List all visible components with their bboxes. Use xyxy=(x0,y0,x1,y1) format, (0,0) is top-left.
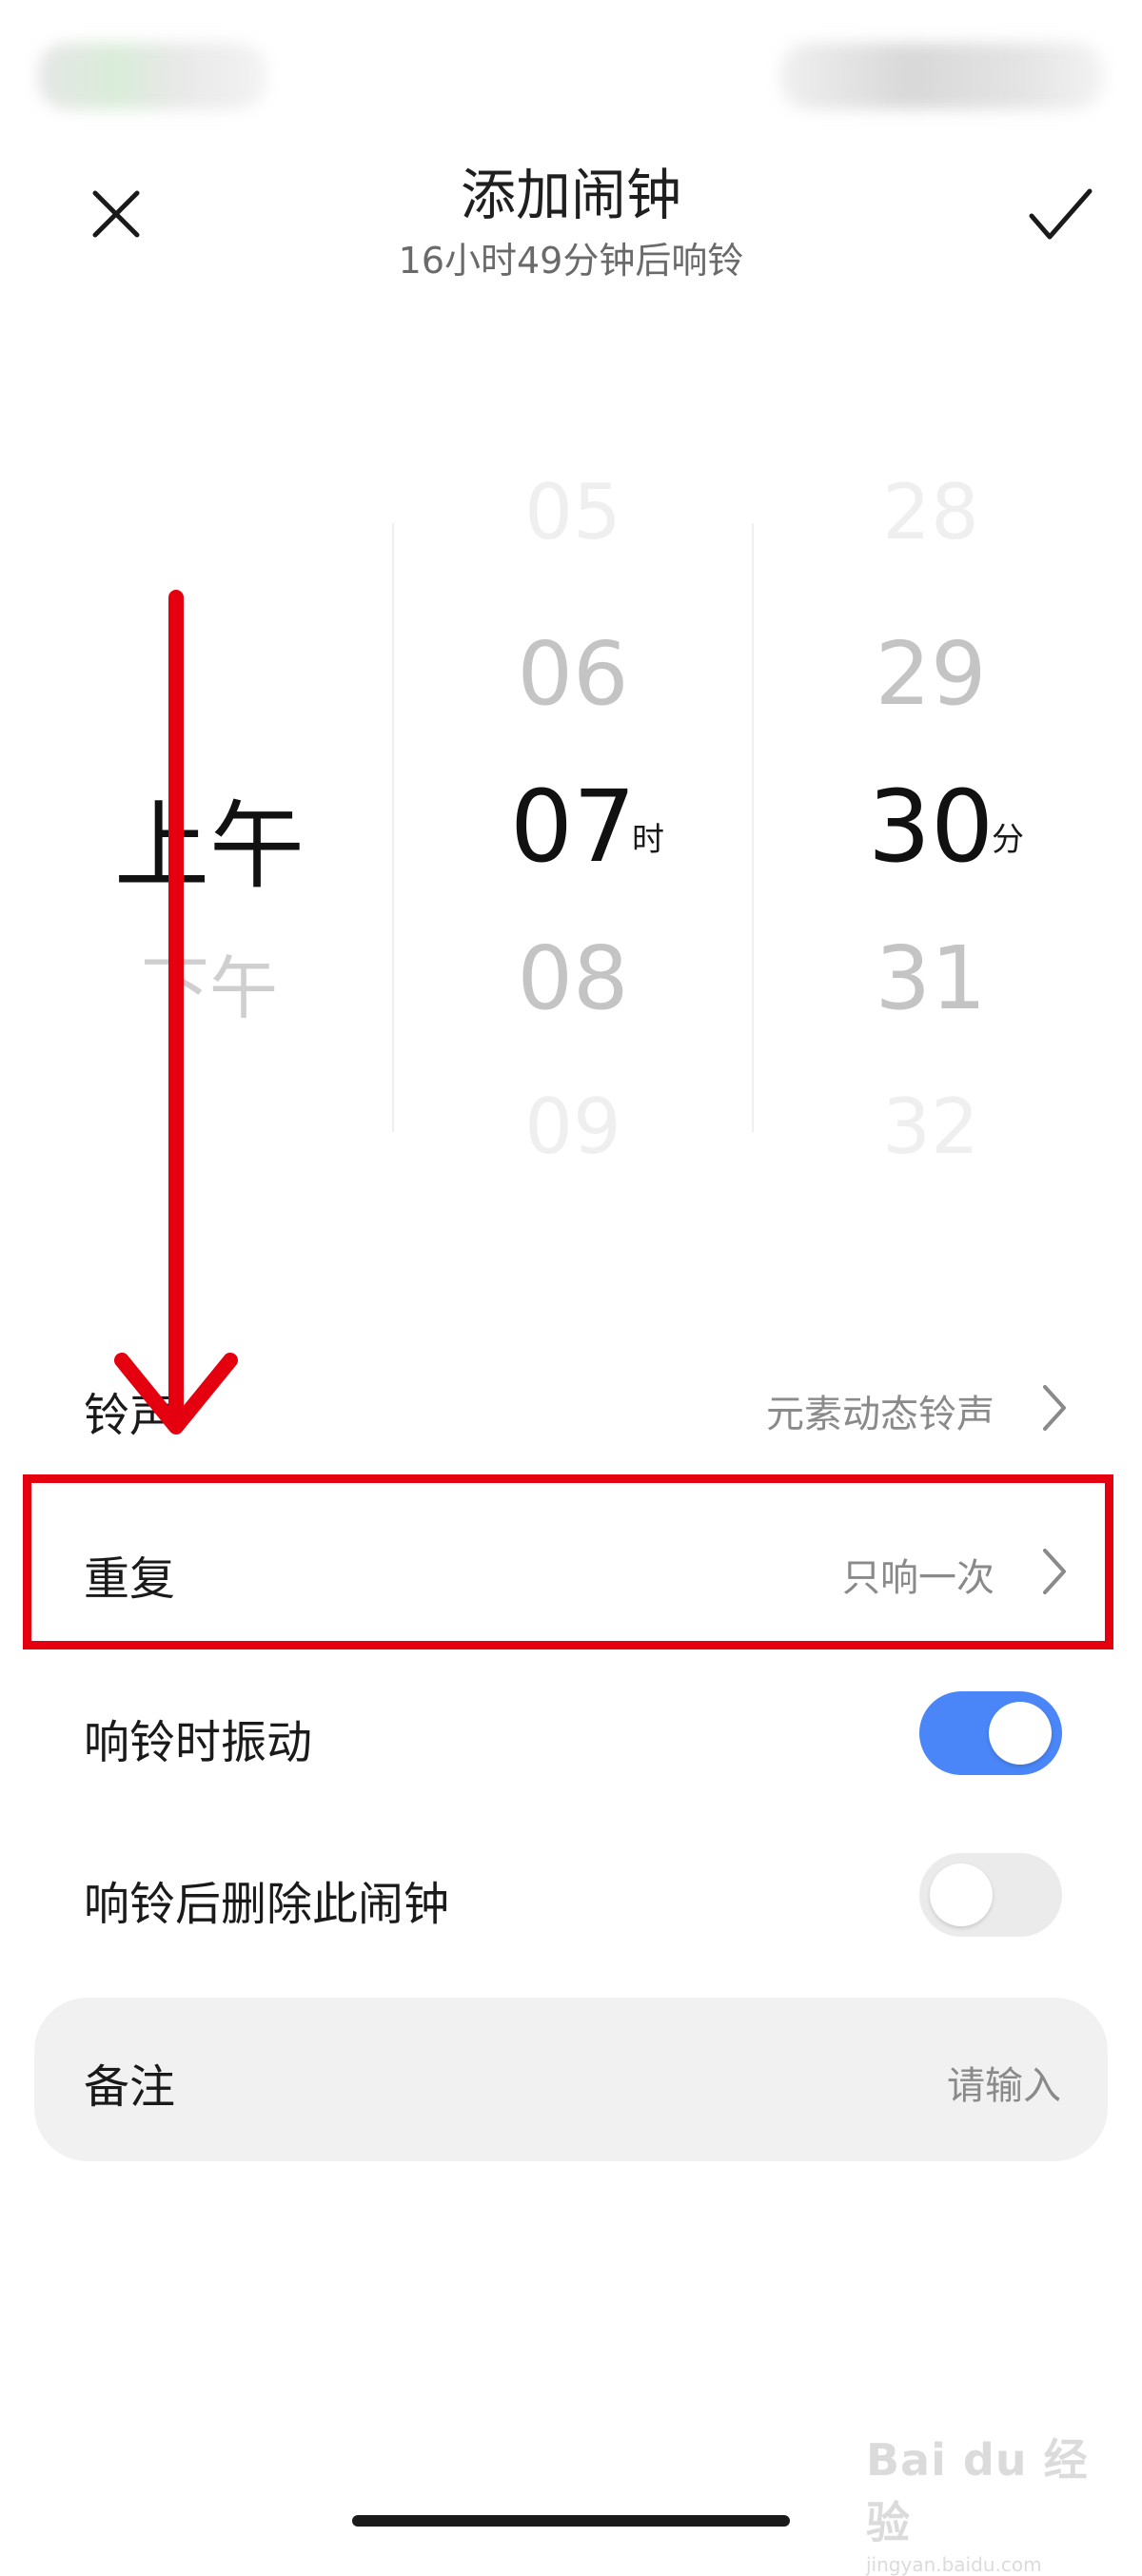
alarm-countdown: 16小时49分钟后响铃 xyxy=(398,240,744,282)
delete-after-ring-toggle[interactable] xyxy=(919,1853,1062,1937)
page-title: 添加闹钟 xyxy=(460,163,681,227)
hour-option[interactable]: 09 xyxy=(459,1083,687,1171)
watermark-url: jingyan.baidu.com xyxy=(866,2553,1042,2576)
toggle-knob xyxy=(989,1702,1052,1765)
hour-unit: 时 xyxy=(632,821,664,859)
hour-option[interactable]: 05 xyxy=(459,468,687,556)
hour-option[interactable]: 06 xyxy=(459,623,687,725)
vibrate-toggle[interactable] xyxy=(919,1691,1062,1775)
toggle-knob xyxy=(930,1864,993,1926)
annotation-arrow-icon xyxy=(114,590,238,1434)
status-bar-right xyxy=(780,43,1104,109)
minute-option[interactable]: 31 xyxy=(817,927,1045,1029)
watermark-brand: Bai du 经验 xyxy=(866,2434,1089,2548)
minute-option[interactable]: 28 xyxy=(817,468,1045,556)
chevron-right-icon xyxy=(1043,1385,1066,1431)
note-placeholder[interactable]: 请输入 xyxy=(947,2055,1061,2110)
watermark-logo: Bai du 经验 jingyan.baidu.com xyxy=(866,2426,1113,2576)
minute-option[interactable]: 32 xyxy=(817,1083,1045,1171)
minute-option[interactable]: 29 xyxy=(817,623,1045,725)
delete-after-ring-label: 响铃后删除此闹钟 xyxy=(84,1878,450,1931)
home-indicator xyxy=(352,2515,790,2527)
confirm-button[interactable] xyxy=(1013,166,1108,262)
ringtone-value: 元素动态铃声 xyxy=(766,1393,994,1436)
note-label: 备注 xyxy=(84,2060,176,2114)
picker-divider xyxy=(752,523,754,1132)
hour-option[interactable]: 08 xyxy=(459,927,687,1029)
minute-unit: 分 xyxy=(992,821,1024,859)
check-icon xyxy=(1029,188,1093,240)
vibrate-label: 响铃时振动 xyxy=(84,1716,313,1769)
status-bar-left xyxy=(38,43,266,109)
annotation-highlight-box xyxy=(23,1474,1113,1649)
